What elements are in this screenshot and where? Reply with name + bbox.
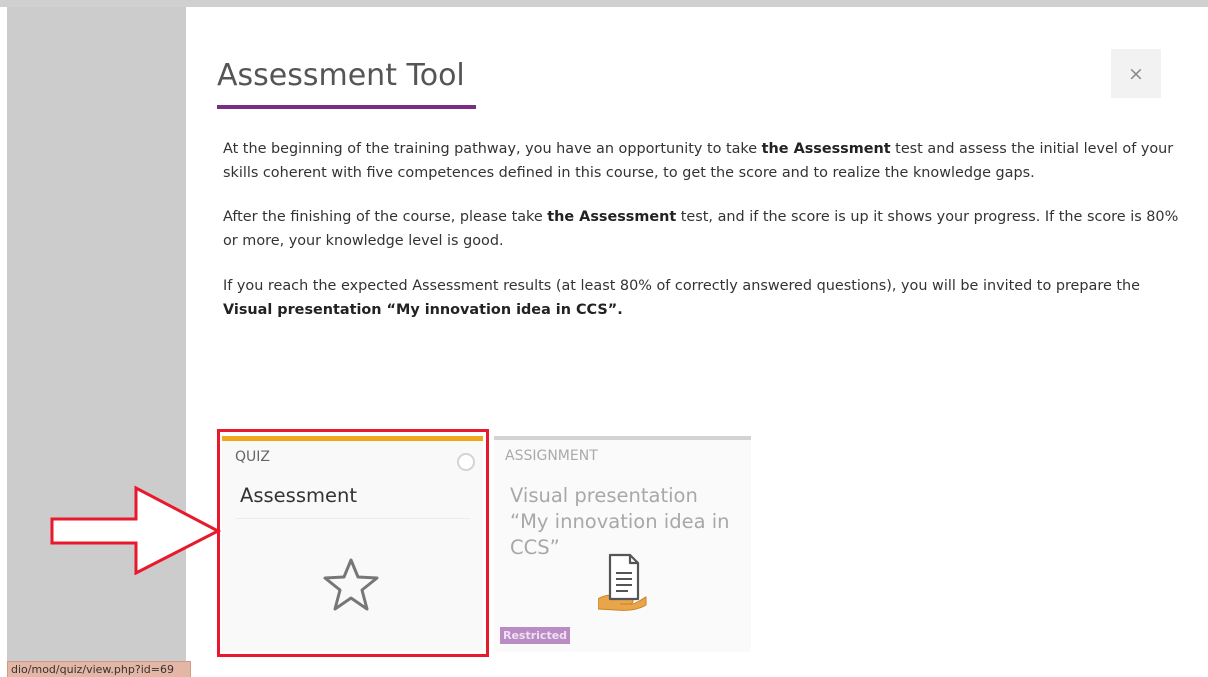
activity-card-assignment[interactable]: ASSIGNMENT Visual presentation “My innov…	[494, 436, 751, 652]
backdrop-left-panel	[7, 7, 186, 677]
assignment-document-icon	[598, 553, 647, 611]
paragraph-bold: the Assessment	[547, 209, 677, 225]
star-icon	[323, 558, 379, 611]
paragraph-bold: Visual presentation “My innovation idea …	[223, 302, 623, 318]
card-divider	[236, 518, 470, 519]
modal-title: Assessment Tool	[217, 58, 465, 93]
status-bar-url: dio/mod/quiz/view.php?id=69	[7, 661, 191, 677]
top-strip	[0, 0, 1208, 7]
restricted-badge: Restricted	[500, 627, 571, 644]
close-icon: ×	[1128, 62, 1144, 85]
paragraph-text: If you reach the expected Assessment res…	[223, 278, 1141, 294]
title-underline	[217, 105, 476, 109]
activity-name: Assessment	[240, 484, 357, 507]
description-paragraph-3: If you reach the expected Assessment res…	[223, 274, 1183, 322]
description-paragraph-2: After the finishing of the course, pleas…	[223, 205, 1183, 253]
activity-name: Visual presentation “My innovation idea …	[510, 484, 730, 559]
activity-type-label: QUIZ	[235, 449, 270, 465]
completion-checkbox-icon[interactable]	[457, 453, 475, 471]
paragraph-text: At the beginning of the training pathway…	[223, 141, 762, 157]
activity-type-label: ASSIGNMENT	[505, 448, 598, 464]
paragraph-bold: the Assessment	[761, 141, 891, 157]
paragraph-text: After the finishing of the course, pleas…	[223, 209, 548, 225]
activity-card-quiz[interactable]: QUIZ Assessment	[222, 436, 483, 652]
description-paragraph-1: At the beginning of the training pathway…	[223, 137, 1183, 185]
close-button[interactable]: ×	[1111, 49, 1161, 98]
